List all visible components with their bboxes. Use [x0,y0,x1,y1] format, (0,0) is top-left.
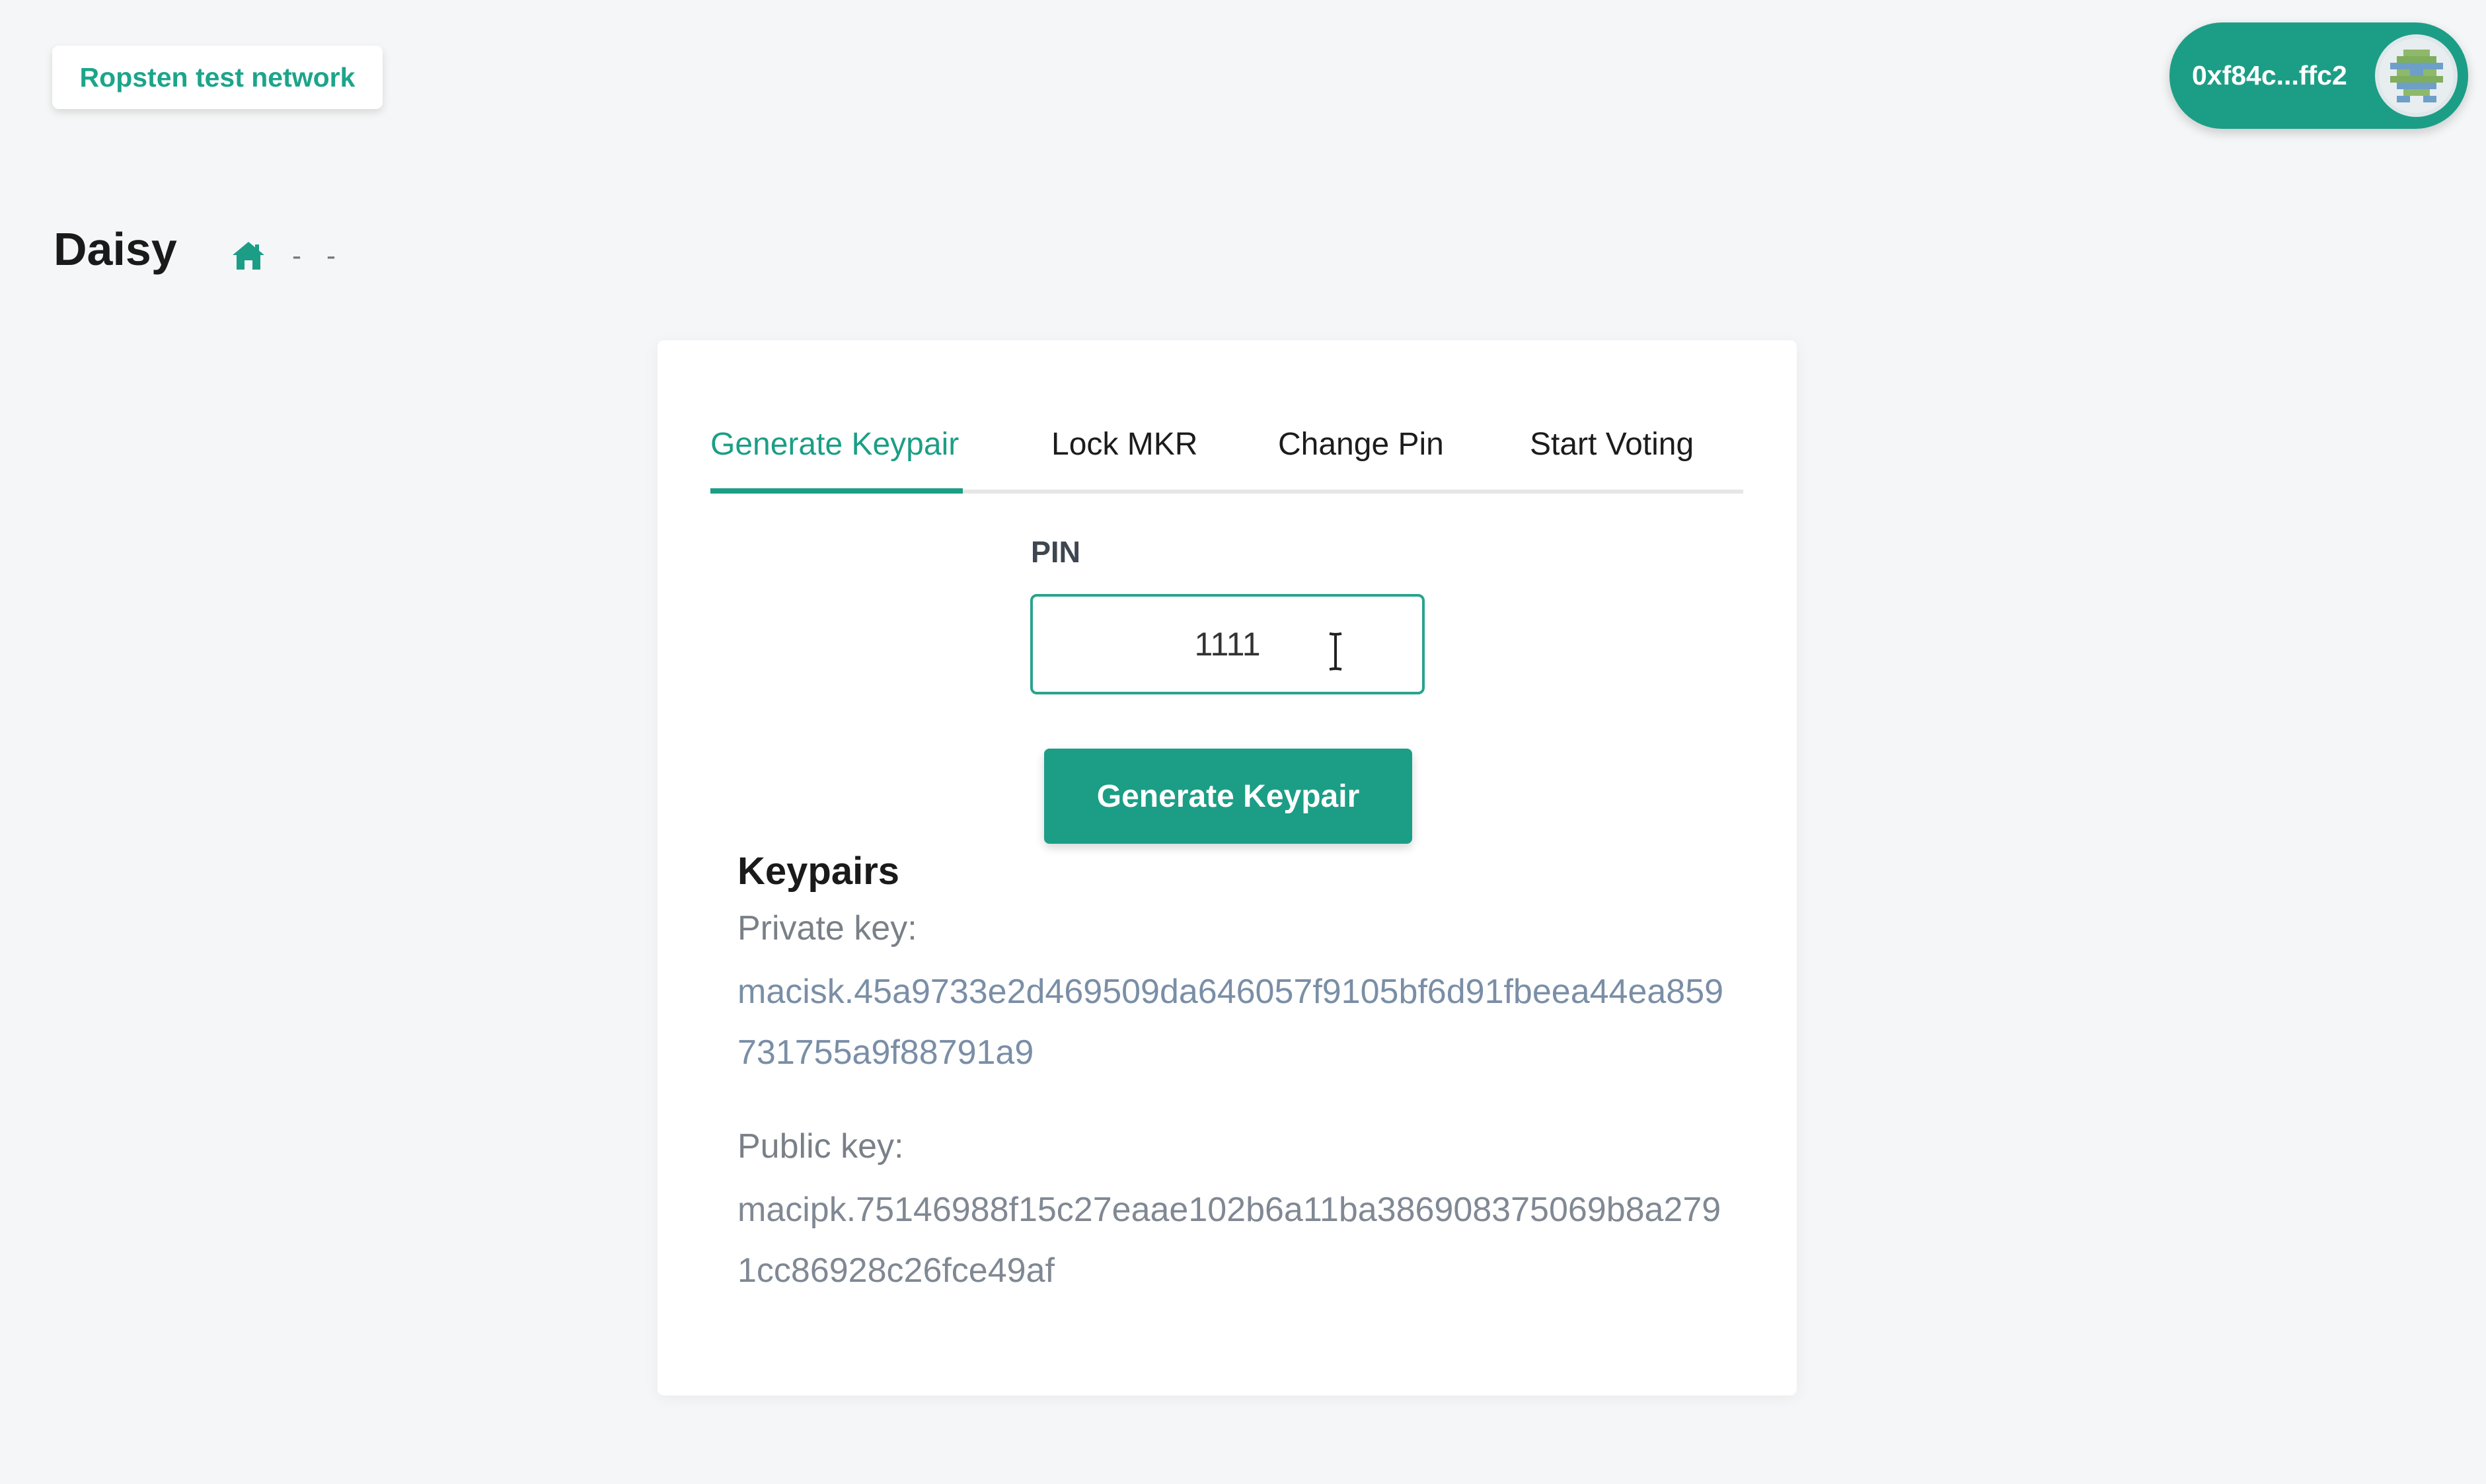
generate-keypair-button[interactable]: Generate Keypair [1044,749,1412,844]
tab-change-pin[interactable]: Change Pin [1278,426,1444,463]
keypair-card: Generate Keypair Lock MKR Change Pin Sta… [658,340,1797,1395]
private-key-label: Private key: [737,909,917,947]
pin-input[interactable] [1030,594,1425,694]
network-label: Ropsten test network [79,61,356,93]
avatar [2375,34,2458,117]
tab-start-voting[interactable]: Start Voting [1530,426,1694,463]
breadcrumb-item-1: - [292,240,301,271]
account-address: 0xf84c...ffc2 [2192,60,2347,91]
pin-label: PIN [1031,535,1081,569]
private-key-value: macisk.45a9733e2d469509da646057f9105bf6d… [737,973,1724,1072]
breadcrumb: - - [230,239,336,272]
tab-generate-keypair[interactable]: Generate Keypair [710,426,959,463]
account-button[interactable]: 0xf84c...ffc2 [2169,22,2468,129]
public-key-value: macipk.75146988f15c27eaae102b6a11ba38690… [737,1191,1721,1290]
breadcrumb-item-2: - [326,240,336,271]
page-title: Daisy [54,223,177,275]
keypairs-heading: Keypairs [737,850,900,893]
network-badge[interactable]: Ropsten test network [52,46,383,109]
public-key-label: Public key: [737,1127,904,1166]
home-icon[interactable] [230,239,267,272]
tab-bar: Generate Keypair Lock MKR Change Pin Sta… [710,413,1743,494]
active-tab-indicator [710,488,963,494]
text-cursor-icon [1329,632,1342,671]
tab-lock-mkr[interactable]: Lock MKR [1051,426,1197,463]
identicon-avatar-icon [2383,42,2450,109]
